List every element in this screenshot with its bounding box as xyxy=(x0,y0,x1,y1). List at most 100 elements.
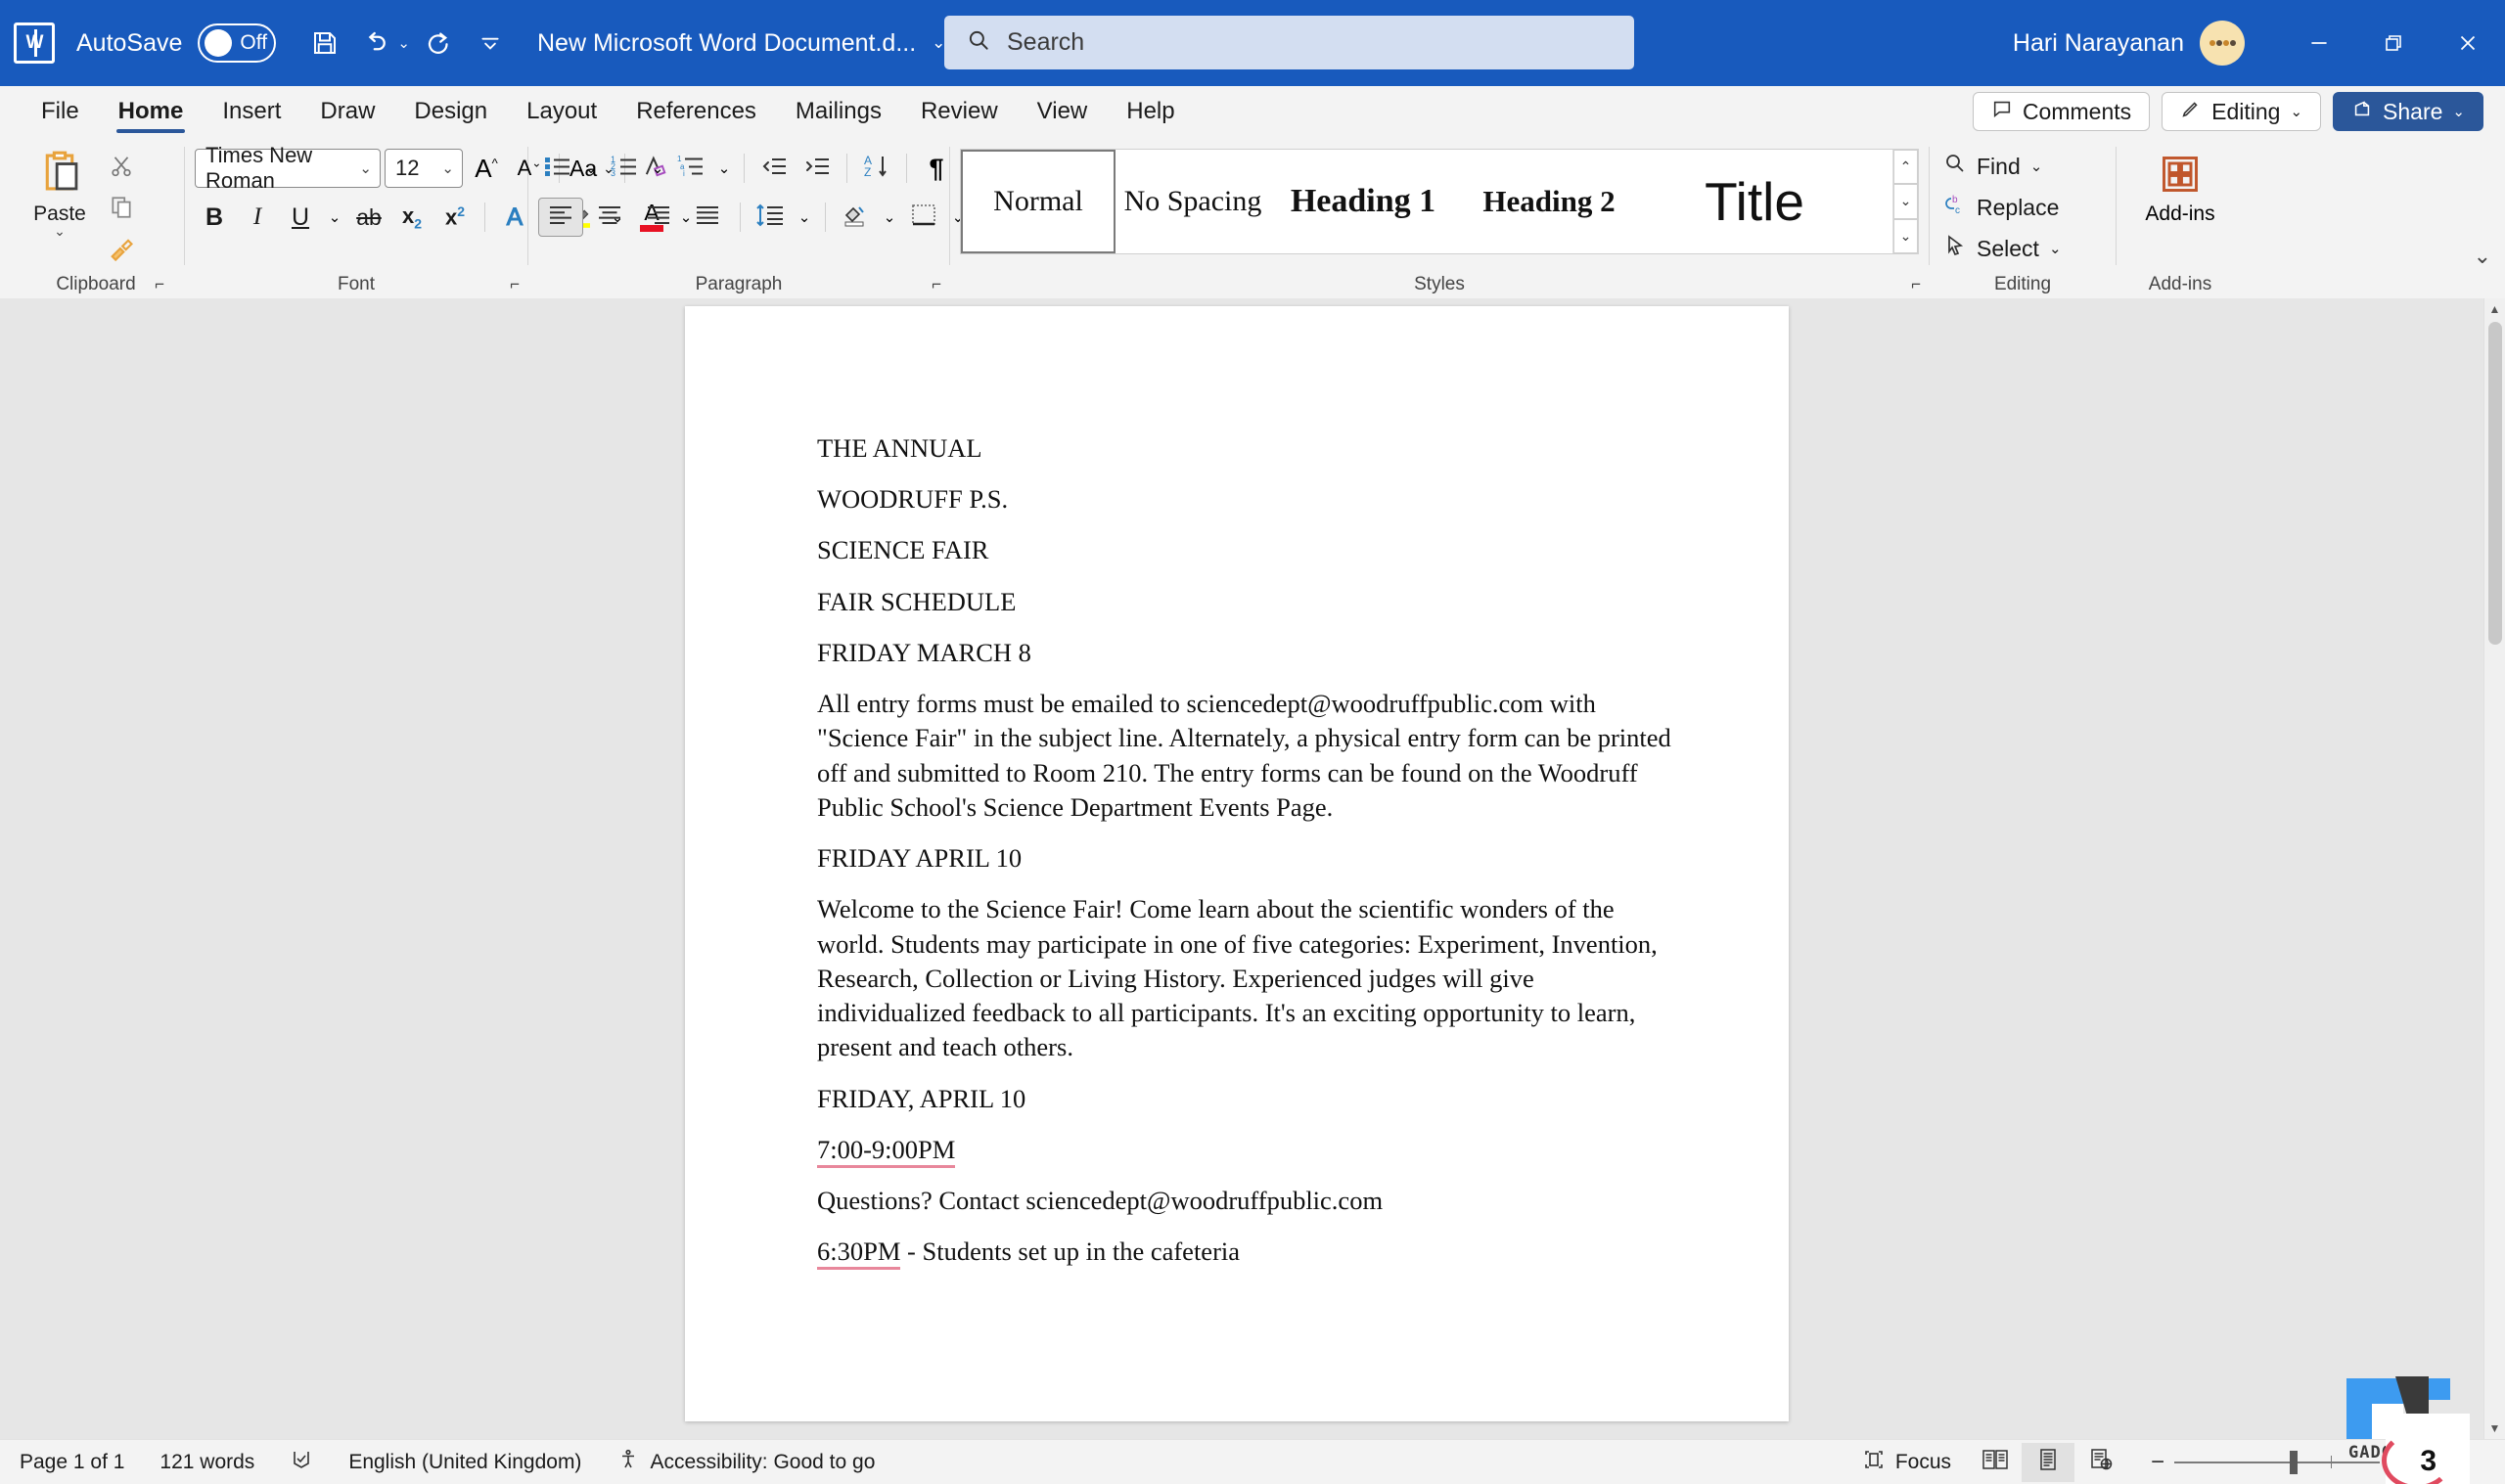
read-mode-button[interactable] xyxy=(1969,1443,2022,1482)
font-name-combo[interactable]: Times New Roman ⌄ xyxy=(195,143,381,193)
user-name[interactable]: Hari Narayanan xyxy=(2013,29,2184,58)
paragraph-dialog-launcher-icon[interactable]: ⌐ xyxy=(932,275,941,294)
undo-chevron-down-icon[interactable]: ⌄ xyxy=(397,34,410,52)
scrollbar-thumb[interactable] xyxy=(2488,322,2502,645)
search-input[interactable] xyxy=(1007,28,1555,57)
focus-button[interactable]: Focus xyxy=(1845,1443,1969,1482)
style-no-spacing[interactable]: No Spacing xyxy=(1116,150,1270,253)
strikethrough-button[interactable]: ab xyxy=(349,198,388,237)
zoom-thumb[interactable] xyxy=(2290,1450,2298,1474)
tab-references[interactable]: References xyxy=(616,86,776,137)
proofing-status[interactable] xyxy=(272,1443,331,1482)
tab-draw[interactable]: Draw xyxy=(300,86,394,137)
select-button[interactable]: Select ⌄ xyxy=(1943,229,2062,268)
grow-font-button[interactable]: A^ xyxy=(467,149,506,188)
styles-more-icon[interactable]: ⌄ xyxy=(1893,218,1918,253)
undo-icon[interactable] xyxy=(350,18,401,68)
zoom-in-icon[interactable]: + xyxy=(2380,1449,2413,1476)
line-spacing-button[interactable] xyxy=(751,198,790,237)
minimize-icon[interactable] xyxy=(2282,0,2356,86)
close-icon[interactable] xyxy=(2431,0,2505,86)
tab-home[interactable]: Home xyxy=(99,86,204,137)
italic-button[interactable]: I xyxy=(238,198,277,237)
language[interactable]: English (United Kingdom) xyxy=(331,1443,599,1482)
underline-button[interactable]: U xyxy=(281,198,320,237)
scroll-down-chevron-down-icon[interactable]: ▼ xyxy=(2484,1417,2505,1439)
cut-button[interactable] xyxy=(102,149,141,188)
avatar[interactable] xyxy=(2200,21,2245,66)
save-icon[interactable] xyxy=(299,18,350,68)
line-spacing-chevron-down-icon[interactable]: ⌄ xyxy=(794,198,815,237)
document-title[interactable]: New Microsoft Word Document.d... xyxy=(537,29,916,58)
tab-view[interactable]: View xyxy=(1018,86,1108,137)
copy-button[interactable] xyxy=(102,190,141,229)
align-right-icon xyxy=(645,204,672,231)
styles-dialog-launcher-icon[interactable]: ⌐ xyxy=(1911,275,1921,294)
multilevel-chevron-down-icon[interactable]: ⌄ xyxy=(714,149,734,188)
subscript-button[interactable]: x2 xyxy=(392,198,432,237)
scroll-up-chevron-up-icon[interactable]: ▲ xyxy=(2484,298,2505,320)
print-layout-button[interactable] xyxy=(2022,1442,2074,1482)
restore-icon[interactable] xyxy=(2356,0,2431,86)
sort-button[interactable]: AZ xyxy=(857,149,896,188)
zoom-slider[interactable]: − + xyxy=(2141,1449,2413,1476)
justify-button[interactable] xyxy=(685,198,730,237)
editing-mode-button[interactable]: Editing ⌄ xyxy=(2162,92,2322,131)
qat-overflow-icon[interactable] xyxy=(465,18,516,68)
addins-button[interactable]: Add-ins xyxy=(2135,147,2225,226)
shading-button[interactable] xyxy=(836,198,875,237)
zoom-out-icon[interactable]: − xyxy=(2141,1449,2174,1476)
tab-file[interactable]: File xyxy=(22,86,99,137)
accessibility-status[interactable]: Accessibility: Good to go xyxy=(599,1443,892,1482)
shading-chevron-down-icon[interactable]: ⌄ xyxy=(879,198,900,237)
bold-button[interactable]: B xyxy=(195,198,234,237)
font-dialog-launcher-icon[interactable]: ⌐ xyxy=(510,275,520,294)
align-right-button[interactable] xyxy=(636,198,681,237)
styles-scroll-down-chevron-down-icon[interactable]: ⌄ xyxy=(1893,184,1918,219)
decrease-indent-button[interactable] xyxy=(754,149,794,188)
page-info[interactable]: Page 1 of 1 xyxy=(20,1443,142,1482)
superscript-button[interactable]: x2 xyxy=(435,198,475,237)
zoom-track[interactable] xyxy=(2174,1450,2380,1474)
style-normal[interactable]: Normal xyxy=(961,150,1116,253)
replace-button[interactable]: bc Replace xyxy=(1943,188,2059,227)
underline-chevron-down-icon[interactable]: ⌄ xyxy=(324,198,345,237)
editing-group-label: Editing xyxy=(1993,274,2052,294)
vertical-scrollbar[interactable]: ▲ ▼ xyxy=(2483,298,2505,1439)
web-layout-button[interactable] xyxy=(2074,1443,2127,1482)
style-heading-2[interactable]: Heading 2 xyxy=(1456,150,1642,253)
document-page[interactable]: THE ANNUAL WOODRUFF P.S. SCIENCE FAIR FA… xyxy=(685,306,1789,1421)
search-box[interactable] xyxy=(944,16,1634,69)
bullets-button[interactable] xyxy=(538,149,577,188)
bullets-chevron-down-icon[interactable]: ⌄ xyxy=(581,149,601,188)
clipboard-dialog-launcher-icon[interactable]: ⌐ xyxy=(155,275,164,294)
numbering-button[interactable]: 123 xyxy=(605,149,644,188)
tab-mailings[interactable]: Mailings xyxy=(776,86,901,137)
paste-chevron-down-icon[interactable]: ⌄ xyxy=(54,224,66,238)
tab-review[interactable]: Review xyxy=(901,86,1018,137)
increase-indent-button[interactable] xyxy=(797,149,837,188)
borders-button[interactable] xyxy=(904,198,943,237)
redo-icon[interactable] xyxy=(414,18,465,68)
align-center-button[interactable] xyxy=(587,198,632,237)
document-text[interactable]: THE ANNUAL WOODRUFF P.S. SCIENCE FAIR FA… xyxy=(817,431,1681,1285)
style-title[interactable]: Title xyxy=(1642,150,1867,253)
find-button[interactable]: Find ⌄ xyxy=(1943,147,2042,186)
tab-design[interactable]: Design xyxy=(394,86,507,137)
format-painter-button[interactable] xyxy=(102,231,141,270)
style-heading-1[interactable]: Heading 1 xyxy=(1270,150,1456,253)
word-count[interactable]: 121 words xyxy=(142,1443,272,1482)
numbering-chevron-down-icon[interactable]: ⌄ xyxy=(648,149,667,188)
comments-button[interactable]: Comments xyxy=(1972,92,2151,131)
autosave-toggle[interactable]: Off xyxy=(198,23,277,63)
ribbon-collapse-chevron-up-icon[interactable]: ⌄ xyxy=(2474,244,2491,269)
align-left-button[interactable] xyxy=(538,198,583,237)
tab-insert[interactable]: Insert xyxy=(203,86,300,137)
tab-layout[interactable]: Layout xyxy=(507,86,616,137)
paste-button[interactable]: Paste ⌄ xyxy=(18,147,102,238)
multilevel-list-button[interactable]: 1ai xyxy=(671,149,710,188)
styles-scroll-up-chevron-up-icon[interactable]: ⌃ xyxy=(1893,150,1918,185)
font-size-combo[interactable]: 12 ⌄ xyxy=(385,149,463,188)
tab-help[interactable]: Help xyxy=(1107,86,1194,137)
share-button[interactable]: Share ⌄ xyxy=(2333,92,2483,131)
